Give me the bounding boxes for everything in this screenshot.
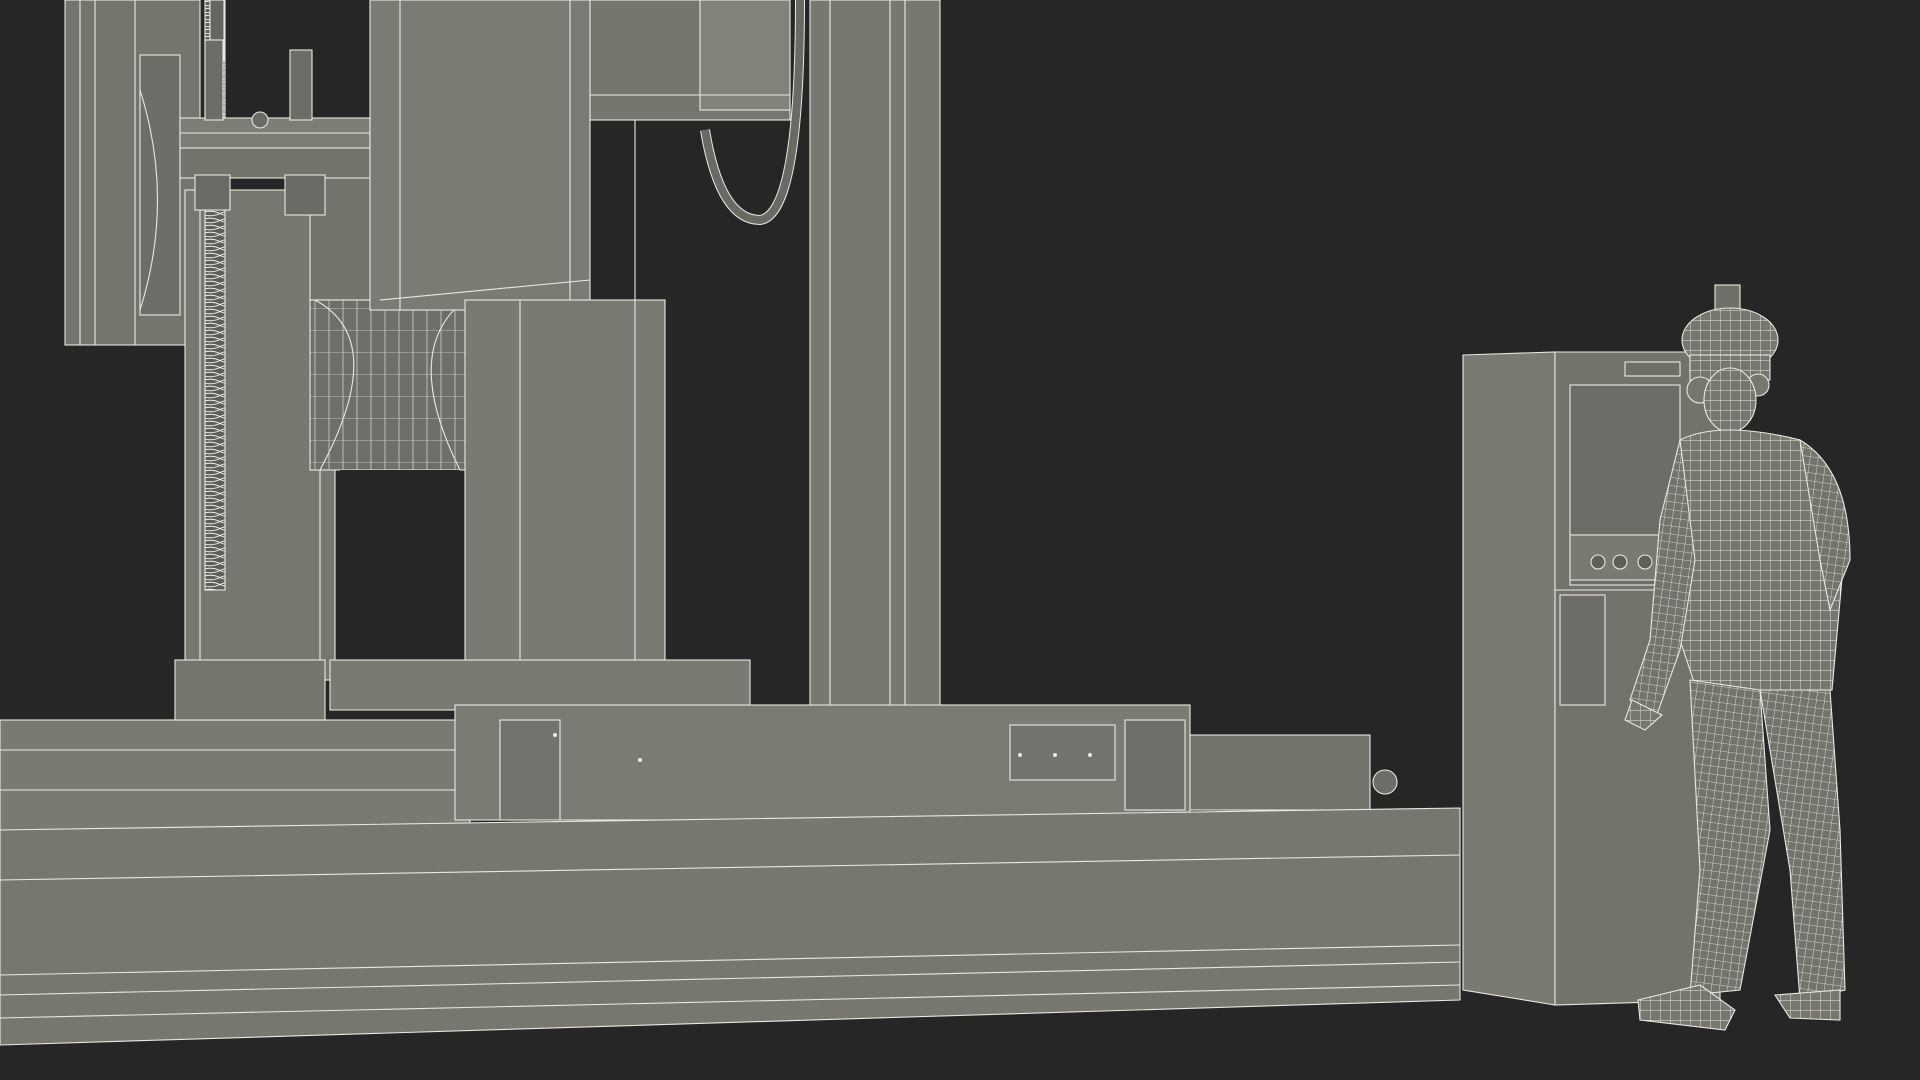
wireframe-render-scene <box>0 0 1920 1080</box>
gantry-welding-machine <box>0 0 1461 1046</box>
wireframe-render <box>0 0 1851 1046</box>
